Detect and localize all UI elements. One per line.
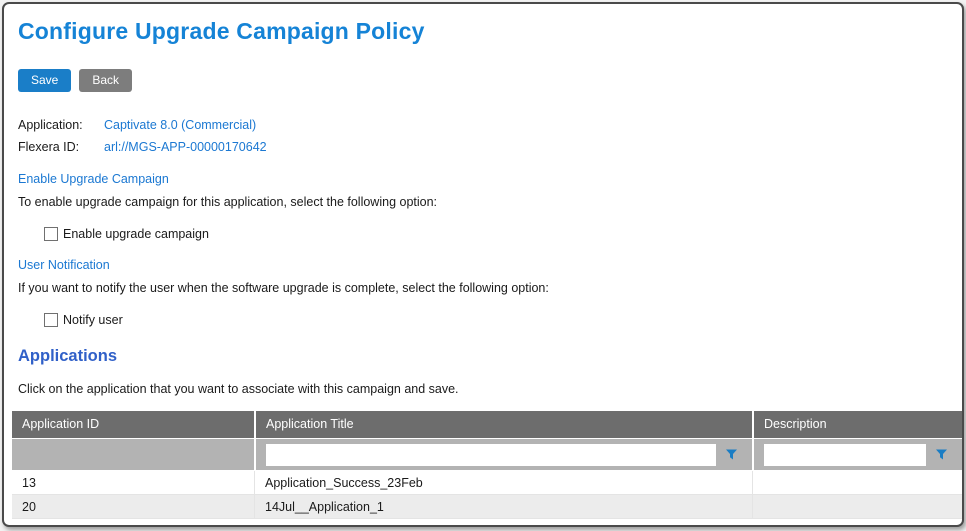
cell-application-id: 20 <box>12 495 254 519</box>
table-filter-row <box>12 439 962 470</box>
column-header-application-id[interactable]: Application ID <box>12 411 254 438</box>
cell-application-title: 14Jul__Application_1 <box>254 495 752 519</box>
window: Configure Upgrade Campaign Policy Save B… <box>2 2 964 527</box>
enable-upgrade-campaign-section: Enable Upgrade Campaign To enable upgrad… <box>18 172 962 241</box>
cell-description <box>752 471 962 495</box>
page-content: Configure Upgrade Campaign Policy Save B… <box>4 4 962 519</box>
user-notification-description: If you want to notify the user when the … <box>18 281 962 295</box>
enable-upgrade-campaign-heading: Enable Upgrade Campaign <box>18 172 962 186</box>
description-filter-cell <box>752 439 962 470</box>
application-title-filter-button[interactable] <box>716 444 746 466</box>
application-label: Application: <box>18 118 104 132</box>
back-button[interactable]: Back <box>79 69 132 92</box>
cell-application-title: Application_Success_23Feb <box>254 471 752 495</box>
applications-description: Click on the application that you want t… <box>18 382 962 396</box>
application-info: Application: Captivate 8.0 (Commercial) … <box>18 118 962 154</box>
flexera-id-row: Flexera ID: arl://MGS-APP-00000170642 <box>18 140 962 154</box>
cell-description <box>752 495 962 519</box>
user-notification-heading: User Notification <box>18 258 962 272</box>
notify-user-checkbox-label: Notify user <box>63 313 123 327</box>
page-title: Configure Upgrade Campaign Policy <box>18 18 962 45</box>
application-link[interactable]: Captivate 8.0 (Commercial) <box>104 118 256 132</box>
toolbar: Save Back <box>18 69 962 92</box>
user-notification-section: User Notification If you want to notify … <box>18 258 962 327</box>
cell-application-id: 13 <box>12 471 254 495</box>
enable-upgrade-campaign-checkbox[interactable] <box>44 227 58 241</box>
enable-upgrade-campaign-checkbox-row[interactable]: Enable upgrade campaign <box>44 227 962 241</box>
applications-table: Application ID Application Title Descrip… <box>12 411 962 519</box>
table-row[interactable]: 13 Application_Success_23Feb <box>12 471 962 495</box>
table-body: 13 Application_Success_23Feb 20 14Jul__A… <box>12 471 962 519</box>
application-id-filter-cell <box>12 439 254 470</box>
notify-user-checkbox[interactable] <box>44 313 58 327</box>
application-title-filter-cell <box>254 439 752 470</box>
table-row[interactable]: 20 14Jul__Application_1 <box>12 495 962 519</box>
flexera-id-link[interactable]: arl://MGS-APP-00000170642 <box>104 140 267 154</box>
funnel-icon <box>935 448 948 461</box>
description-filter-input[interactable] <box>764 444 926 466</box>
applications-heading: Applications <box>18 347 962 366</box>
enable-upgrade-campaign-checkbox-label: Enable upgrade campaign <box>63 227 209 241</box>
notify-user-checkbox-row[interactable]: Notify user <box>44 313 962 327</box>
save-button[interactable]: Save <box>18 69 71 92</box>
column-header-description[interactable]: Description <box>752 411 962 438</box>
application-row: Application: Captivate 8.0 (Commercial) <box>18 118 962 132</box>
funnel-icon <box>725 448 738 461</box>
application-title-filter-input[interactable] <box>266 444 716 466</box>
enable-upgrade-campaign-description: To enable upgrade campaign for this appl… <box>18 195 962 209</box>
table-header-row: Application ID Application Title Descrip… <box>12 411 962 438</box>
column-header-application-title[interactable]: Application Title <box>254 411 752 438</box>
flexera-id-label: Flexera ID: <box>18 140 104 154</box>
description-filter-button[interactable] <box>926 444 956 466</box>
